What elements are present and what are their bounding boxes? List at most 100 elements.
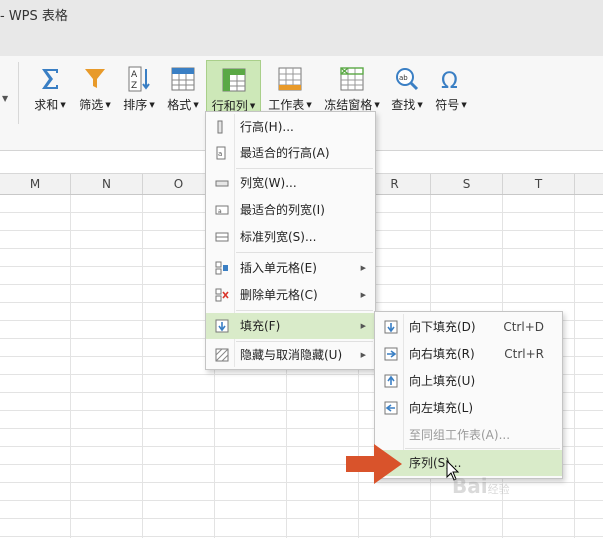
svg-text:A: A — [131, 70, 138, 80]
menu-separator — [405, 448, 560, 449]
column-header[interactable]: M — [0, 174, 71, 194]
menu-item-fill-across-worksheets: 至同组工作表(A)... — [375, 422, 562, 448]
format-icon — [171, 67, 195, 91]
menu-item-delete-cells[interactable]: 删除单元格(C) ▶ — [206, 282, 375, 308]
menu-item-fill-left[interactable]: 向左填充(L) — [375, 395, 562, 421]
rows-columns-icon — [222, 68, 245, 92]
menu-item-label: 向右填充(R) — [409, 347, 475, 361]
menu-item-autofit-row[interactable]: a 最适合的行高(A) — [206, 140, 375, 166]
symbol-button[interactable]: Ω 符号 ▼ — [430, 60, 472, 120]
watermark-text: Bai — [452, 474, 488, 498]
menu-item-label: 插入单元格(E) — [240, 261, 317, 275]
worksheet-label: 工作表 — [268, 98, 305, 112]
find-label: 查找 — [391, 98, 416, 112]
menu-item-fill-down[interactable]: 向下填充(D) Ctrl+D — [375, 314, 562, 340]
fill-left-icon — [384, 401, 398, 415]
menu-item-row-height[interactable]: 行高(H)... — [206, 114, 375, 140]
filter-button[interactable]: 筛选 ▼ — [74, 60, 116, 120]
filter-label: 筛选 — [79, 98, 104, 112]
shortcut-label: Ctrl+R — [504, 347, 544, 361]
menu-separator — [236, 252, 373, 253]
menu-separator — [236, 310, 373, 311]
chevron-down-icon: ▼ — [193, 101, 199, 109]
fill-submenu: 向下填充(D) Ctrl+D 向右填充(R) Ctrl+R 向上填充(U) 向左… — [374, 311, 563, 479]
menu-item-insert-cells[interactable]: 插入单元格(E) ▶ — [206, 255, 375, 281]
find-button[interactable]: ab 查找 ▼ — [386, 60, 428, 120]
menu-item-series[interactable]: 序列(S)... — [375, 450, 562, 476]
chevron-down-icon: ▼ — [60, 101, 66, 109]
title-bar: - WPS 表格 — [0, 0, 603, 56]
svg-text:a: a — [218, 208, 222, 215]
chevron-down-icon: ▼ — [306, 101, 312, 109]
find-icon: ab — [396, 68, 419, 91]
freeze-panes-label: 冻结窗格 — [324, 98, 373, 112]
delete-cells-icon — [215, 288, 229, 302]
menu-item-label: 向下填充(D) — [409, 320, 476, 334]
menu-item-label: 填充(F) — [240, 319, 281, 333]
sum-icon — [42, 69, 58, 89]
chevron-down-icon: ▼ — [461, 101, 467, 109]
menu-item-autofit-column[interactable]: a 最适合的列宽(I) — [206, 197, 375, 223]
menu-item-label: 删除单元格(C) — [240, 288, 318, 302]
menu-item-label: 至同组工作表(A)... — [409, 428, 511, 442]
ribbon-scroll-left-icon[interactable]: ▼ — [2, 94, 8, 103]
submenu-arrow-icon: ▶ — [360, 291, 366, 299]
column-header[interactable]: T — [503, 174, 575, 194]
sort-icon: A Z — [128, 66, 150, 92]
row-height-icon — [217, 120, 223, 134]
autofit-column-icon: a — [215, 205, 229, 215]
menu-item-label: 标准列宽(S)... — [240, 230, 317, 244]
worksheet-icon — [278, 67, 302, 91]
menu-item-fill[interactable]: 填充(F) ▶ — [206, 313, 375, 339]
symbol-label: 符号 — [435, 98, 460, 112]
freeze-panes-icon — [340, 67, 364, 91]
fill-right-icon — [384, 347, 398, 361]
menu-item-column-width[interactable]: 列宽(W)... — [206, 170, 375, 196]
menu-separator — [236, 168, 373, 169]
svg-text:ab: ab — [399, 74, 408, 82]
svg-text:a: a — [218, 150, 222, 158]
menu-item-label: 最适合的列宽(I) — [240, 203, 325, 217]
submenu-arrow-icon: ▶ — [360, 264, 366, 272]
menu-item-hide-unhide[interactable]: 隐藏与取消隐藏(U) ▶ — [206, 342, 375, 368]
chevron-down-icon: ▼ — [105, 101, 111, 109]
standard-width-icon — [215, 232, 229, 242]
watermark: Bai经验 — [452, 474, 510, 498]
menu-item-label: 向左填充(L) — [409, 401, 474, 415]
annotation-arrow-icon — [346, 444, 402, 484]
watermark-suffix: 经验 — [487, 483, 510, 496]
menu-item-label: 隐藏与取消隐藏(U) — [240, 348, 343, 362]
chevron-down-icon: ▼ — [417, 101, 423, 109]
svg-text:Ω: Ω — [441, 69, 458, 92]
column-width-icon — [215, 180, 229, 187]
submenu-arrow-icon: ▶ — [360, 322, 366, 330]
insert-cells-icon — [215, 261, 228, 275]
ribbon-separator — [18, 62, 19, 124]
menu-item-label: 列宽(W)... — [240, 176, 297, 190]
chevron-down-icon: ▼ — [374, 101, 380, 109]
filter-icon — [85, 69, 105, 88]
column-header[interactable]: S — [431, 174, 503, 194]
chevron-down-icon: ▼ — [149, 101, 155, 109]
rows-columns-menu: 行高(H)... a 最适合的行高(A) 列宽(W)... a 最适合的列宽(I… — [205, 111, 376, 370]
menu-item-label: 向上填充(U) — [409, 374, 476, 388]
fill-icon — [215, 319, 229, 333]
format-label: 格式 — [167, 98, 192, 112]
shortcut-label: Ctrl+D — [503, 320, 544, 334]
sum-label: 求和 — [34, 98, 59, 112]
autofit-row-icon: a — [216, 146, 226, 160]
format-button[interactable]: 格式 ▼ — [162, 60, 204, 120]
sort-button[interactable]: A Z 排序 ▼ — [118, 60, 160, 120]
sum-button[interactable]: 求和 ▼ — [30, 60, 70, 120]
svg-text:Z: Z — [131, 81, 137, 91]
menu-item-fill-up[interactable]: 向上填充(U) — [375, 368, 562, 394]
menu-item-label: 行高(H)... — [240, 120, 294, 134]
hide-unhide-icon — [215, 348, 229, 362]
window-title: - WPS 表格 — [0, 9, 68, 24]
symbol-icon: Ω — [441, 69, 458, 92]
fill-down-icon — [384, 320, 398, 334]
submenu-arrow-icon: ▶ — [360, 351, 366, 359]
menu-item-standard-width[interactable]: 标准列宽(S)... — [206, 224, 375, 250]
column-header[interactable]: N — [71, 174, 143, 194]
menu-item-fill-right[interactable]: 向右填充(R) Ctrl+R — [375, 341, 562, 367]
